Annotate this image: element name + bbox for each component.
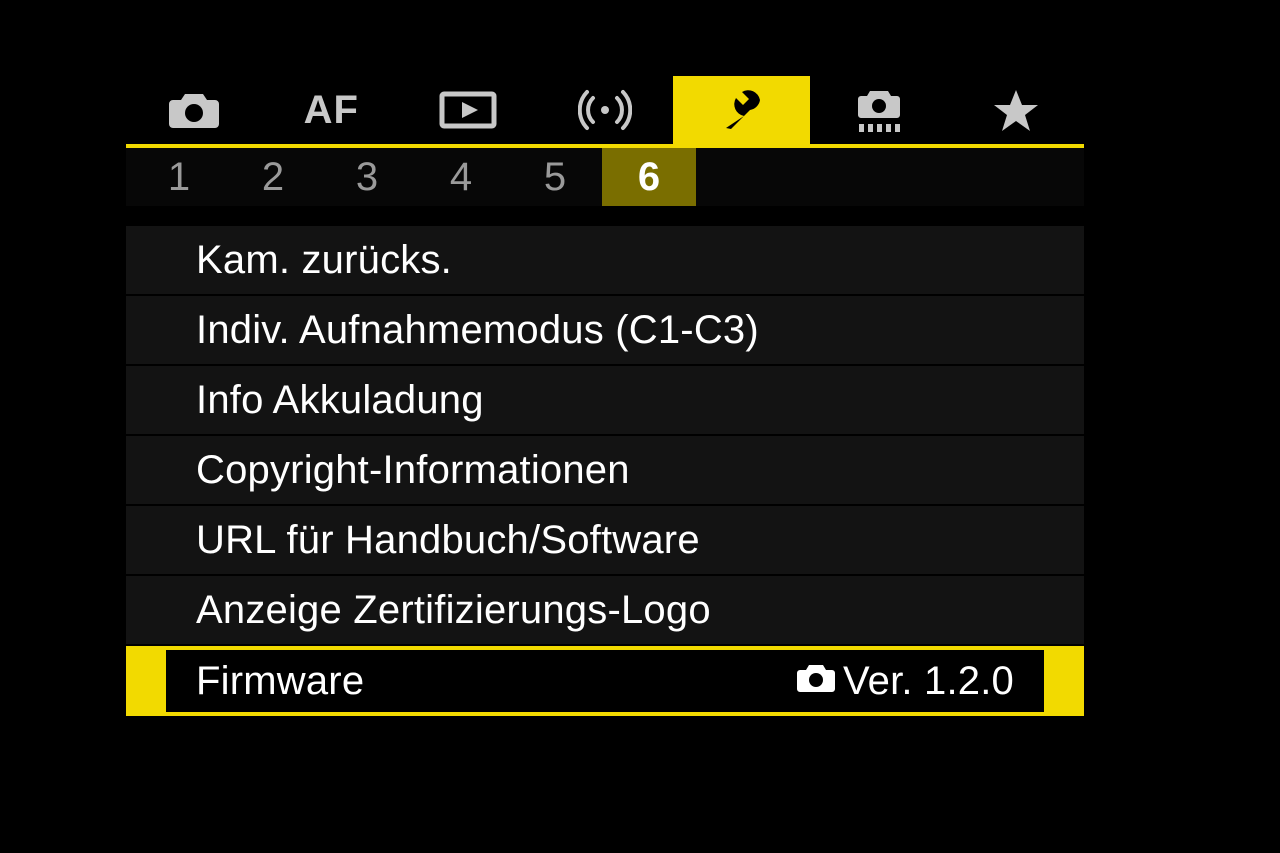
camera-icon (795, 659, 843, 704)
wireless-icon (578, 88, 632, 132)
page-tab-3[interactable]: 3 (320, 148, 414, 206)
category-tab-row: AF (126, 76, 1084, 148)
menu-item-label: URL für Handbuch/Software (196, 518, 700, 563)
firmware-value: Ver. 1.2.0 (795, 659, 1014, 704)
menu-item-certification-logo[interactable]: Anzeige Zertifizierungs-Logo (126, 576, 1084, 646)
page-tab-6[interactable]: 6 (602, 148, 696, 206)
tab-autofocus[interactable]: AF (263, 76, 400, 144)
menu-item-firmware[interactable]: Firmware Ver. 1.2.0 (126, 646, 1084, 716)
camera-icon (167, 90, 221, 130)
page-tab-2[interactable]: 2 (226, 148, 320, 206)
firmware-version-text: Ver. 1.2.0 (843, 659, 1014, 704)
tab-wireless[interactable] (537, 76, 674, 144)
menu-item-label: Firmware (196, 659, 364, 704)
tab-setup[interactable] (673, 76, 810, 144)
menu-item-manual-url[interactable]: URL für Handbuch/Software (126, 506, 1084, 576)
spacer (126, 206, 1084, 226)
page-tab-1[interactable]: 1 (132, 148, 226, 206)
playback-icon (438, 90, 498, 130)
menu-item-custom-shooting-mode[interactable]: Indiv. Aufnahmemodus (C1-C3) (126, 296, 1084, 366)
autofocus-icon: AF (304, 88, 359, 133)
menu-item-battery-info[interactable]: Info Akkuladung (126, 366, 1084, 436)
tab-mymenu[interactable] (947, 76, 1084, 144)
menu-item-label: Kam. zurücks. (196, 238, 452, 283)
menu-item-reset-camera[interactable]: Kam. zurücks. (126, 226, 1084, 296)
camera-menu-screen: AF (126, 76, 1084, 756)
tab-shooting[interactable] (126, 76, 263, 144)
custom-camera-icon (851, 86, 907, 134)
page-tab-row: 1 2 3 4 5 6 (126, 148, 1084, 206)
page-tab-4[interactable]: 4 (414, 148, 508, 206)
star-icon (993, 88, 1039, 132)
tab-playback[interactable] (400, 76, 537, 144)
menu-item-label: Anzeige Zertifizierungs-Logo (196, 588, 711, 633)
menu-item-label: Indiv. Aufnahmemodus (C1-C3) (196, 308, 759, 353)
menu-item-label: Copyright-Informationen (196, 448, 630, 493)
menu-item-label: Info Akkuladung (196, 378, 484, 423)
tab-custom-functions[interactable] (810, 76, 947, 144)
menu-list: Kam. zurücks. Indiv. Aufnahmemodus (C1-C… (126, 226, 1084, 716)
wrench-icon (720, 88, 764, 132)
menu-item-copyright-info[interactable]: Copyright-Informationen (126, 436, 1084, 506)
page-tab-5[interactable]: 5 (508, 148, 602, 206)
